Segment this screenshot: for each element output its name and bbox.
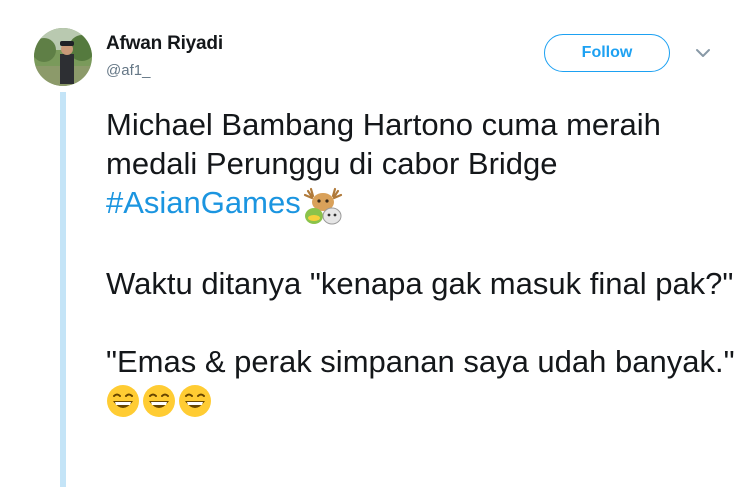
thread-line (60, 92, 66, 487)
tweet-card: Afwan Riyadi @af1_ Follow Michael Bamban… (0, 0, 750, 487)
asian-games-mascot-icon (303, 187, 342, 225)
avatar[interactable] (34, 28, 92, 86)
grinning-face-icon (107, 385, 139, 417)
tweet-line-3: "Emas & perak simpanan saya udah banyak.… (106, 344, 735, 379)
tweet-paragraph-3: "Emas & perak simpanan saya udah banyak.… (106, 342, 736, 420)
grinning-face-icon (179, 385, 211, 417)
hashtag-link[interactable]: #AsianGames (106, 185, 301, 220)
tweet-paragraph-2: Waktu ditanya "kenapa gak masuk final pa… (106, 266, 734, 301)
tweet-paragraph-1: Michael Bambang Hartono cuma meraih meda… (106, 105, 736, 225)
grinning-face-icon (143, 385, 175, 417)
tweet-text: Michael Bambang Hartono cuma meraih meda… (106, 105, 736, 420)
follow-button[interactable]: Follow (544, 34, 670, 72)
author-name[interactable]: Afwan Riyadi (106, 33, 223, 55)
avatar-photo (34, 28, 92, 86)
author-handle[interactable]: @af1_ (106, 62, 150, 79)
tweet-line-1: Michael Bambang Hartono cuma meraih meda… (106, 107, 661, 181)
chevron-down-icon[interactable] (692, 44, 714, 62)
